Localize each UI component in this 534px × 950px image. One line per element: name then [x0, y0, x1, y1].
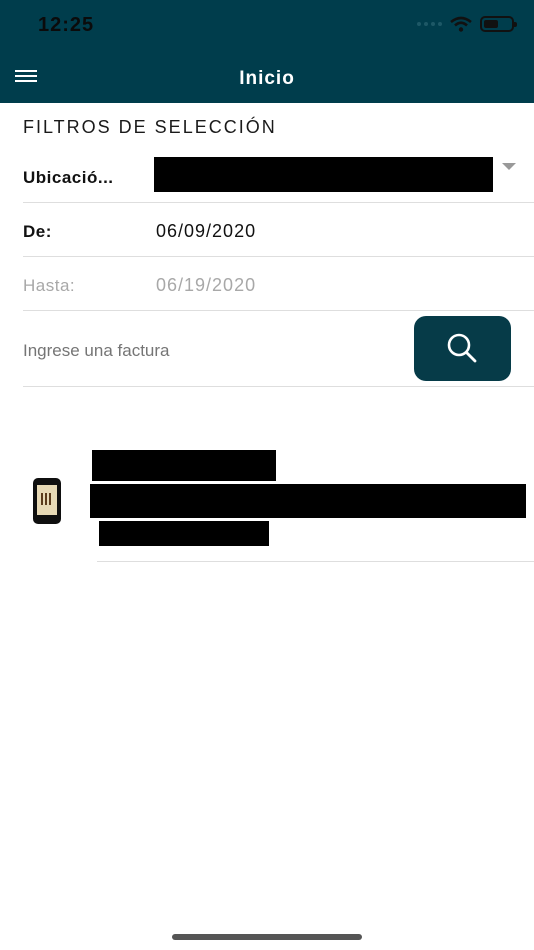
to-label: Hasta: — [23, 276, 76, 295]
search-icon — [447, 333, 477, 363]
invoice-search-row — [23, 311, 534, 387]
search-button[interactable] — [414, 316, 511, 381]
from-date-value[interactable]: 06/09/2020 — [156, 221, 256, 242]
from-date-row[interactable]: De: 06/09/2020 — [23, 203, 534, 257]
list-item[interactable] — [0, 440, 534, 562]
location-label: Ubicació... — [23, 168, 114, 187]
location-row[interactable]: Ubicació... — [23, 150, 534, 203]
page-title: Inicio — [239, 68, 295, 89]
chevron-down-icon[interactable] — [502, 163, 516, 170]
list-item-detail — [99, 521, 269, 546]
battery-icon — [480, 16, 517, 32]
list-item-title — [92, 450, 276, 481]
invoice-input[interactable] — [23, 341, 403, 361]
status-icons — [417, 16, 517, 32]
signal-icon — [417, 22, 442, 26]
list-divider — [97, 561, 534, 562]
wifi-icon — [450, 16, 472, 32]
to-date-value[interactable]: 06/19/2020 — [156, 275, 256, 296]
phone-qr-icon — [33, 478, 61, 524]
to-date-row[interactable]: Hasta: 06/19/2020 — [23, 257, 534, 311]
location-select-value[interactable] — [154, 157, 493, 192]
status-time: 12:25 — [38, 14, 95, 36]
from-label: De: — [23, 222, 52, 241]
list-item-subtitle — [90, 484, 526, 518]
filters-section-title: FILTROS DE SELECCIÓN — [23, 117, 277, 137]
home-indicator[interactable] — [172, 934, 362, 940]
app-header: 12:25 Inicio — [0, 0, 534, 103]
